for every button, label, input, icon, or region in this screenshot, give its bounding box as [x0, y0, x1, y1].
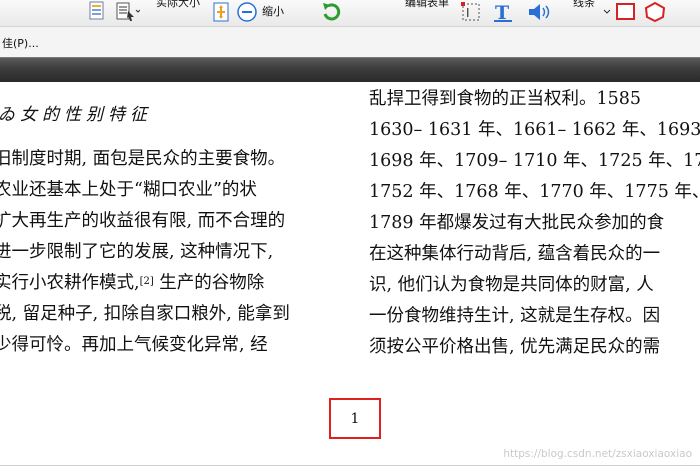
right-line: 1630– 1631 年、1661– 1662 年、1693 [369, 120, 700, 140]
text-tool-icon[interactable]: T [492, 0, 514, 24]
edit-form-label[interactable]: 编辑表单 [405, 0, 449, 10]
section-heading: ゐ女的性别特征 [0, 100, 152, 125]
zoom-out-icon[interactable] [236, 0, 260, 24]
page-number-box: 1 [329, 398, 381, 439]
viewer-separator [0, 57, 700, 82]
page-bottom-divider [0, 465, 700, 466]
left-line: 税, 留足种子, 扣除自家口粮外, 能拿到 [0, 304, 290, 324]
footnote-ref[interactable]: [2] [140, 276, 154, 287]
right-line: 须按公平价格出售, 优先满足民众的需 [369, 337, 661, 357]
left-column: 旧制度时期, 面包是民众的主要食物。 农业还基本上处于“糊口农业”的状 扩大再生… [0, 144, 334, 361]
left-line: 农业还基本上处于“糊口农业”的状 [0, 180, 257, 200]
left-line: 旧制度时期, 面包是民众的主要食物。 [0, 149, 286, 169]
chevron-down-icon[interactable] [602, 0, 612, 24]
toolbar: 实际大小 缩小 编辑表单 I T 线条 [0, 0, 700, 27]
page-icon[interactable] [86, 0, 108, 24]
menu-row: 佳(P)... [0, 27, 700, 57]
left-line: 少得可怜。再加上气候变化异常, 经 [0, 335, 268, 355]
fit-page-icon[interactable] [210, 0, 232, 24]
left-line: 实行小农耕作模式,[2] 生产的谷物除 [0, 268, 334, 299]
right-line: 乱捍卫得到食物的正当权利。1585 [369, 89, 642, 109]
polygon-icon[interactable] [642, 0, 668, 24]
select-text-icon[interactable] [114, 0, 140, 24]
lines-label[interactable]: 线条 [573, 0, 595, 10]
zoom-out-label[interactable]: 缩小 [262, 3, 284, 19]
watermark: https://blog.csdn.net/zsxiaoxiaoxiao [503, 448, 692, 460]
heading-text: 女的性别特征 [20, 105, 152, 125]
right-column: 乱捍卫得到食物的正当权利。1585 1630– 1631 年、1661– 166… [369, 84, 700, 363]
left-line: 进一步限制了它的发展, 这种情况下, [0, 242, 274, 262]
rectangle-icon[interactable] [614, 0, 638, 24]
svg-text:T: T [495, 2, 509, 23]
left-line-tail: 生产的谷物除 [153, 273, 265, 293]
actual-size-label[interactable]: 实际大小 [156, 0, 200, 10]
right-line: 在这种集体行动背后, 蕴含着民众的一 [369, 244, 661, 264]
left-line: 扩大再生产的收益很有限, 而不合理的 [0, 211, 286, 231]
right-line: 1752 年、1768 年、1770 年、1775 年、1785 [369, 182, 700, 202]
svg-text:I: I [466, 6, 470, 20]
right-line: 1789 年都爆发过有大批民众参加的食 [369, 213, 665, 233]
right-line: 一份食物维持生计, 这就是生存权。因 [369, 306, 661, 326]
page-number: 1 [350, 410, 360, 427]
menu-item[interactable]: 佳(P)... [0, 35, 41, 51]
rotate-icon[interactable] [318, 0, 344, 24]
left-line-text: 实行小农耕作模式, [0, 273, 140, 293]
right-line: 1698 年、1709– 1710 年、1725 年、1739 [369, 151, 700, 171]
right-line: 识, 他们认为食物是共同体的财富, 人 [369, 275, 654, 295]
speaker-icon[interactable] [526, 0, 552, 24]
heading-prefix: ゐ [0, 105, 20, 125]
text-box-icon[interactable]: I [460, 0, 484, 24]
